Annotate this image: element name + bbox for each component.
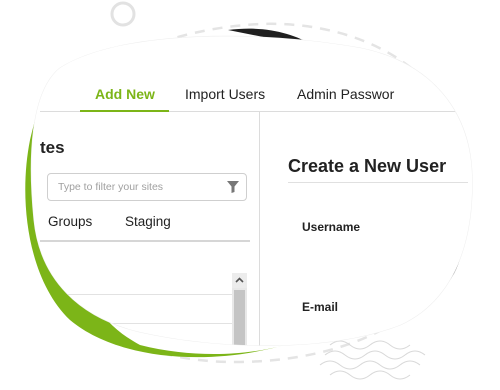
small-ring [110, 1, 136, 27]
email-label: E-mail [302, 300, 339, 314]
filter-icon[interactable] [227, 181, 239, 193]
tab-staging[interactable]: Staging [125, 214, 171, 229]
list-header-divider [40, 240, 250, 242]
site-filter-input[interactable] [58, 181, 218, 193]
panel-divider [259, 112, 260, 372]
tab-import-users[interactable]: Import Users [185, 86, 265, 102]
tab-admin-password[interactable]: Admin Passwor [297, 86, 394, 102]
texture-pattern [319, 340, 426, 380]
tab-groups[interactable]: Groups [48, 214, 92, 229]
sites-title: tes [40, 138, 65, 157]
scroll-up-button[interactable] [232, 273, 247, 288]
form-title-divider [288, 182, 468, 183]
form-title: Create a New User [288, 156, 447, 176]
active-tab-indicator [80, 110, 169, 112]
chevron-up-icon [232, 273, 247, 288]
username-label: Username [302, 220, 361, 234]
site-filter-field[interactable] [47, 173, 247, 201]
tab-add-new[interactable]: Add New [95, 86, 155, 102]
list-item[interactable] [40, 294, 232, 295]
